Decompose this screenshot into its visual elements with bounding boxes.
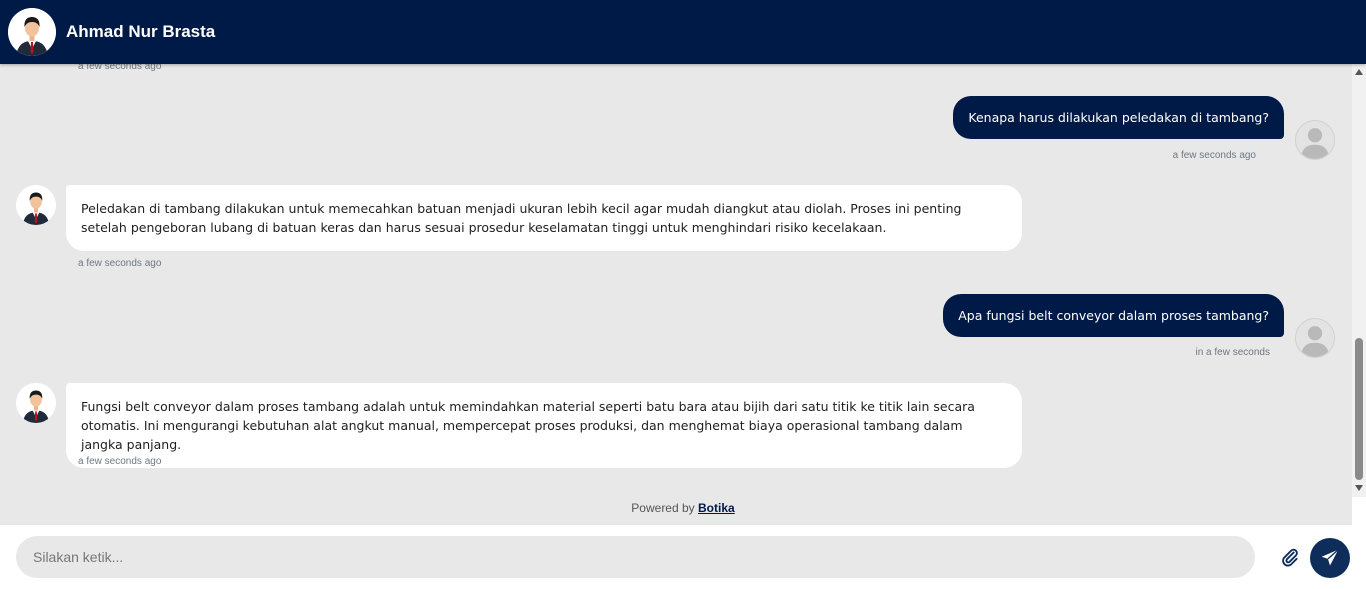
message-timestamp: a few seconds ago — [1172, 150, 1256, 161]
agent-avatar — [8, 8, 56, 56]
attach-button[interactable] — [1280, 547, 1300, 567]
botika-link[interactable]: Botika — [698, 501, 735, 515]
chat-header: Ahmad Nur Brasta — [0, 0, 1366, 64]
default-user-avatar-icon — [1296, 121, 1334, 159]
user-message-bubble: Kenapa harus dilakukan peledakan di tamb… — [953, 96, 1284, 139]
powered-by-label: Powered by — [631, 501, 695, 515]
bot-message-bubble: Fungsi belt conveyor dalam proses tamban… — [66, 383, 1022, 468]
paperclip-icon — [1282, 548, 1298, 567]
user-avatar — [1295, 318, 1335, 358]
chat-scrollbar[interactable] — [1352, 64, 1366, 497]
message-input[interactable] — [16, 536, 1255, 578]
user-message-bubble: Apa fungsi belt conveyor dalam proses ta… — [943, 294, 1284, 337]
businessman-avatar-icon — [16, 383, 56, 423]
message-composer — [0, 525, 1366, 589]
powered-by: Powered by Botika — [0, 501, 1352, 515]
bot-avatar — [16, 383, 56, 423]
message-timestamp: a few seconds ago — [78, 456, 162, 467]
bot-avatar — [16, 185, 56, 225]
businessman-avatar-icon — [8, 8, 56, 56]
agent-name: Ahmad Nur Brasta — [66, 22, 216, 41]
message-timestamp: a few seconds ago — [78, 258, 162, 269]
message-timestamp: in a few seconds — [1195, 347, 1271, 358]
scroll-down-arrow-icon[interactable] — [1355, 485, 1363, 491]
paper-plane-icon — [1321, 549, 1339, 566]
scrollbar-thumb[interactable] — [1355, 338, 1363, 480]
scroll-up-arrow-icon[interactable] — [1355, 69, 1363, 75]
user-avatar — [1295, 120, 1335, 160]
businessman-avatar-icon — [16, 185, 56, 225]
default-user-avatar-icon — [1296, 319, 1334, 357]
chat-messages[interactable]: a few seconds ago Kenapa harus dilakukan… — [0, 64, 1352, 525]
message-timestamp: a few seconds ago — [78, 64, 162, 72]
send-button[interactable] — [1310, 538, 1350, 578]
bot-message-bubble: Peledakan di tambang dilakukan untuk mem… — [66, 185, 1022, 251]
